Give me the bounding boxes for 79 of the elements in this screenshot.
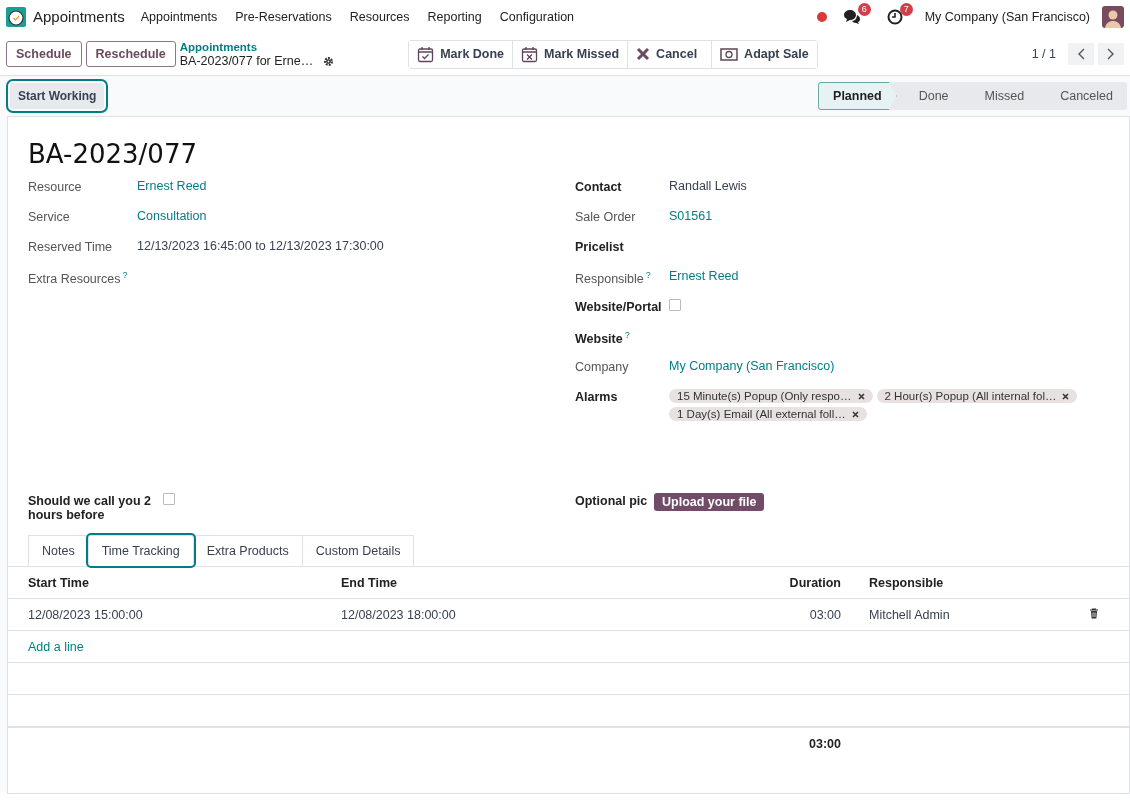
checkbox[interactable] (163, 493, 175, 505)
field-link[interactable]: My Company (San Francisco) (669, 359, 835, 373)
field-label: Responsible (575, 272, 644, 287)
field-link[interactable]: Ernest Reed (137, 179, 207, 193)
alarm-tag[interactable]: 1 Day(s) Email (All external foll… (669, 407, 867, 421)
column-header[interactable]: End Time (341, 566, 741, 599)
remove-icon[interactable] (851, 410, 859, 418)
avatar-icon[interactable] (1102, 5, 1124, 28)
table-cell: 12/08/2023 18:00:00 (341, 598, 741, 631)
field-label: Alarms (575, 390, 618, 404)
field-value: Randall Lewis (669, 179, 747, 193)
status-step[interactable]: Planned (818, 82, 897, 110)
header-button[interactable]: Schedule (6, 41, 82, 67)
alarm-tag[interactable]: 15 Minute(s) Popup (Only respo… (669, 389, 873, 403)
settings-icon[interactable] (323, 55, 335, 67)
action-button[interactable]: Mark Done (409, 40, 514, 68)
notification-badge: 7 (899, 2, 913, 16)
status-step[interactable]: Missed (962, 82, 1039, 110)
record-name: BA-2023/077 for Erne… (179, 54, 314, 68)
chevron-right-icon (1107, 48, 1115, 60)
menu-item[interactable]: Reporting (427, 9, 482, 24)
app-name[interactable]: Appointments (33, 8, 125, 25)
status-dot-icon (816, 11, 827, 22)
field-label: Resource (28, 180, 82, 194)
field-link[interactable]: Ernest Reed (669, 269, 739, 283)
column-header[interactable]: Duration (741, 566, 849, 599)
app-logo-icon[interactable] (6, 6, 26, 27)
field-label: Reserved Time (28, 240, 113, 254)
record-title: BA-2023/077 (28, 139, 198, 169)
table-cell: 03:00 (741, 598, 849, 631)
field-label: Service (28, 210, 70, 224)
calendar-check-icon (417, 45, 435, 63)
help-mark[interactable]: ? (645, 270, 651, 280)
menu-item[interactable]: Appointments (140, 9, 218, 24)
menu-item[interactable]: Resources (349, 9, 410, 24)
alarm-tag[interactable]: 2 Hour(s) Popup (All internal fol… (876, 389, 1078, 403)
tab[interactable]: Time Tracking (87, 535, 194, 566)
field-label: Optional pic (575, 494, 648, 508)
status-step[interactable]: Done (896, 82, 963, 110)
calendar-x-icon (521, 45, 539, 63)
total-duration: 03:00 (741, 727, 849, 760)
help-mark[interactable]: ? (624, 330, 630, 340)
field-label: Contact (575, 180, 622, 194)
chat-icon[interactable] (842, 8, 861, 25)
chevron-left-icon (1077, 48, 1085, 60)
company-switcher[interactable]: My Company (San Francisco) (924, 9, 1090, 24)
field-label: Website/Portal (575, 300, 662, 314)
clock-icon[interactable] (886, 8, 903, 25)
field-link[interactable]: Consultation (137, 209, 207, 223)
pager-counter: 1 / 1 (1031, 47, 1056, 61)
banknote-icon (720, 47, 739, 61)
status-step[interactable]: Canceled (1038, 82, 1127, 110)
column-header[interactable]: Start Time (8, 566, 341, 599)
field-value: 12/13/2023 16:45:00 to 12/13/2023 17:30:00 (137, 239, 384, 253)
field-label: Pricelist (575, 240, 624, 254)
menu-item[interactable]: Configuration (499, 9, 575, 24)
field-label: Sale Order (575, 210, 636, 224)
upload-button[interactable]: Upload your file (654, 493, 765, 511)
notification-badge: 6 (857, 2, 871, 16)
header-button[interactable]: Reschedule (85, 41, 176, 67)
checkbox[interactable] (669, 299, 681, 311)
field-label: Should we call you 2 hours before (28, 494, 151, 522)
tab[interactable]: Custom Details (301, 535, 415, 566)
remove-icon[interactable] (1062, 392, 1070, 400)
table-cell: Mitchell Admin (849, 598, 1069, 631)
table-cell: 12/08/2023 15:00:00 (8, 598, 341, 631)
close-icon (636, 47, 651, 61)
field-label: Extra Resources (28, 272, 121, 287)
add-line-link[interactable]: Add a line (28, 639, 84, 654)
delete-icon[interactable] (1089, 607, 1099, 619)
field-label: Website (575, 332, 623, 347)
menu-item[interactable]: Pre-Reservations (235, 9, 332, 24)
tab[interactable]: Notes (28, 535, 89, 566)
field-label: Company (575, 360, 629, 374)
column-header[interactable]: Responsible (849, 566, 1069, 599)
breadcrumb-link[interactable]: Appointments (179, 40, 335, 54)
help-mark[interactable]: ? (122, 270, 128, 280)
remove-icon[interactable] (857, 392, 865, 400)
field-link[interactable]: S01561 (669, 209, 713, 223)
